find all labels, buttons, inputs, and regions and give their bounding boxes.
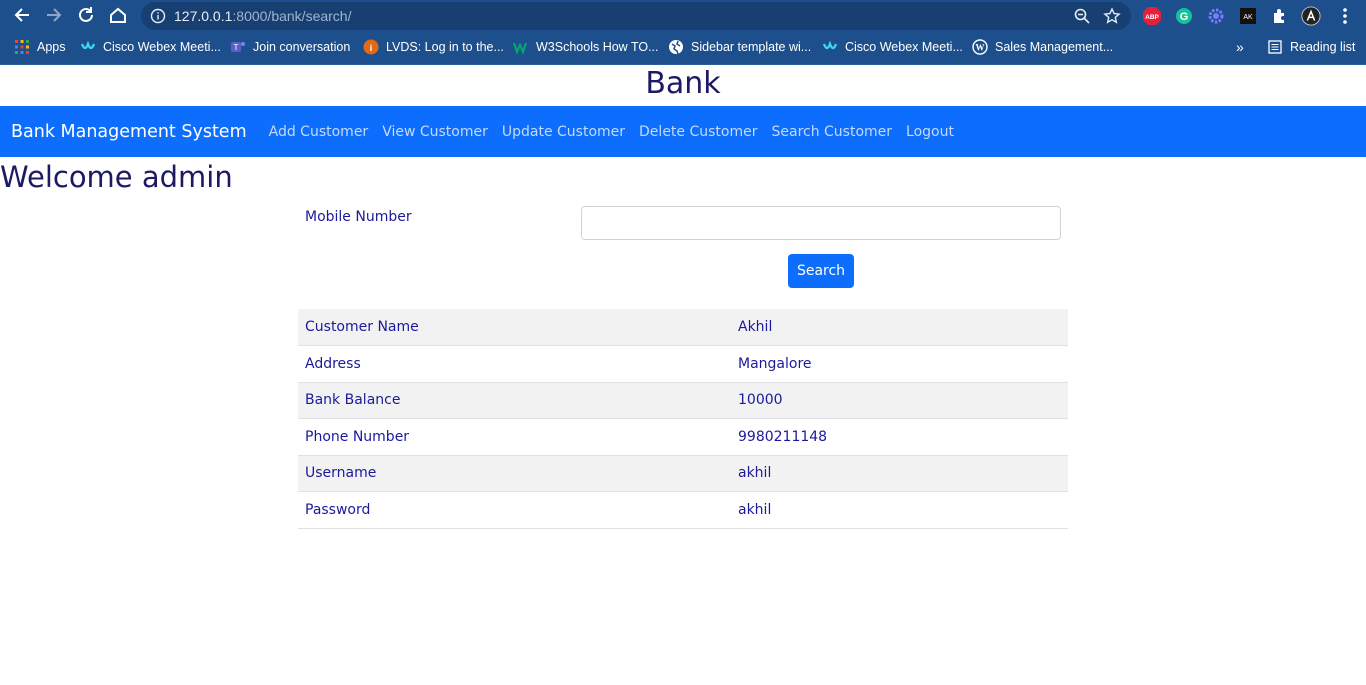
bookmark-webex-1[interactable]: Cisco Webex Meeti... xyxy=(80,39,221,55)
row-value: 10000 xyxy=(731,382,1068,419)
search-button[interactable]: Search xyxy=(788,254,854,288)
row-label: Customer Name xyxy=(298,309,731,346)
more-bookmarks-button[interactable]: » xyxy=(1236,39,1244,55)
bookmark-label: Cisco Webex Meeti... xyxy=(845,40,963,54)
bookmark-label: Sidebar template wi... xyxy=(691,40,812,54)
url-text[interactable]: 127.0.0.1:8000/bank/search/ xyxy=(174,8,351,24)
row-value: Akhil xyxy=(731,309,1068,346)
table-row: Customer Name Akhil xyxy=(298,309,1068,346)
svg-text:G: G xyxy=(1180,11,1189,23)
gear-extension-icon[interactable] xyxy=(1206,6,1226,26)
svg-text:ABP: ABP xyxy=(1145,14,1159,21)
svg-text:T: T xyxy=(234,43,239,52)
globe-icon xyxy=(668,39,684,55)
row-label: Bank Balance xyxy=(298,382,731,419)
adblock-icon[interactable]: ABP xyxy=(1142,6,1162,26)
table-row: Address Mangalore xyxy=(298,345,1068,383)
ak-extension-icon[interactable]: AK xyxy=(1238,6,1258,26)
row-value: 9980211148 xyxy=(731,418,1068,456)
apps-grid-icon xyxy=(14,39,30,55)
bookmark-apps[interactable]: Apps xyxy=(14,39,66,55)
bookmark-star-icon[interactable] xyxy=(1103,7,1121,30)
table-row: Username akhil xyxy=(298,455,1068,492)
nav-logout[interactable]: Logout xyxy=(906,124,954,140)
row-label: Password xyxy=(298,491,731,529)
wordpress-icon: W xyxy=(972,39,988,55)
bookmark-label: Cisco Webex Meeti... xyxy=(103,40,221,54)
teams-icon: T xyxy=(230,39,246,55)
table-row: Bank Balance 10000 xyxy=(298,382,1068,419)
browser-toolbar: 127.0.0.1:8000/bank/search/ ABP G AK xyxy=(0,0,1366,32)
svg-text:i: i xyxy=(370,43,373,53)
profile-avatar-icon[interactable] xyxy=(1301,6,1321,26)
bookmark-label: Sales Management... xyxy=(995,40,1114,54)
reading-list-icon xyxy=(1267,39,1283,55)
svg-text:AK: AK xyxy=(1243,14,1253,21)
svg-text:W: W xyxy=(976,43,985,53)
bookmark-sales-management[interactable]: W Sales Management... xyxy=(972,39,1113,55)
bookmark-webex-2[interactable]: Cisco Webex Meeti... xyxy=(822,39,963,55)
main-navbar: Bank Management System Add Customer View… xyxy=(0,106,1366,157)
bookmarks-bar: Apps Cisco Webex Meeti... T Join convers… xyxy=(0,32,1366,65)
chevron-double-right-icon: » xyxy=(1236,39,1244,55)
table-row: Password akhil xyxy=(298,491,1068,529)
table-row: Phone Number 9980211148 xyxy=(298,418,1068,456)
reading-list-label: Reading list xyxy=(1290,40,1356,54)
bookmark-sidebar-template[interactable]: Sidebar template wi... xyxy=(668,39,811,55)
reading-list-button[interactable]: Reading list xyxy=(1267,39,1355,55)
zoom-icon[interactable] xyxy=(1073,7,1091,30)
nav-add-customer[interactable]: Add Customer xyxy=(269,124,369,140)
welcome-heading: Welcome admin xyxy=(0,160,233,194)
nav-view-customer[interactable]: View Customer xyxy=(382,124,488,140)
webex-icon xyxy=(822,39,838,55)
navbar-brand[interactable]: Bank Management System xyxy=(11,122,247,142)
site-info-icon[interactable] xyxy=(150,8,166,29)
customer-result-table: Customer Name Akhil Address Mangalore Ba… xyxy=(298,309,1068,529)
bookmark-label: W3Schools How TO... xyxy=(536,40,659,54)
reload-icon[interactable] xyxy=(75,4,97,26)
bookmark-w3schools[interactable]: W3Schools How TO... xyxy=(513,39,659,55)
page-title: Bank xyxy=(645,66,721,101)
forward-arrow-icon[interactable] xyxy=(43,4,65,26)
bookmark-lvds[interactable]: i LVDS: Log in to the... xyxy=(363,39,504,55)
extensions-puzzle-icon[interactable] xyxy=(1270,6,1290,26)
row-label: Phone Number xyxy=(298,418,731,456)
nav-delete-customer[interactable]: Delete Customer xyxy=(639,124,757,140)
home-icon[interactable] xyxy=(107,4,129,26)
bookmark-teams[interactable]: T Join conversation xyxy=(230,39,350,55)
webex-icon xyxy=(80,39,96,55)
row-label: Address xyxy=(298,345,731,383)
back-arrow-icon[interactable] xyxy=(11,4,33,26)
bookmark-label: Apps xyxy=(37,40,66,54)
mobile-number-label: Mobile Number xyxy=(305,209,412,225)
row-value: akhil xyxy=(731,455,1068,492)
nav-search-customer[interactable]: Search Customer xyxy=(771,124,892,140)
w3schools-icon xyxy=(513,39,529,55)
row-label: Username xyxy=(298,455,731,492)
row-value: Mangalore xyxy=(731,345,1068,383)
nav-update-customer[interactable]: Update Customer xyxy=(502,124,625,140)
bookmark-label: LVDS: Log in to the... xyxy=(386,40,504,54)
row-value: akhil xyxy=(731,491,1068,529)
lvds-icon: i xyxy=(363,39,379,55)
bookmark-label: Join conversation xyxy=(253,40,351,54)
address-bar[interactable]: 127.0.0.1:8000/bank/search/ xyxy=(141,2,1131,30)
grammarly-icon[interactable]: G xyxy=(1174,6,1194,26)
mobile-number-input[interactable] xyxy=(581,206,1061,240)
browser-menu-icon[interactable] xyxy=(1335,6,1355,26)
